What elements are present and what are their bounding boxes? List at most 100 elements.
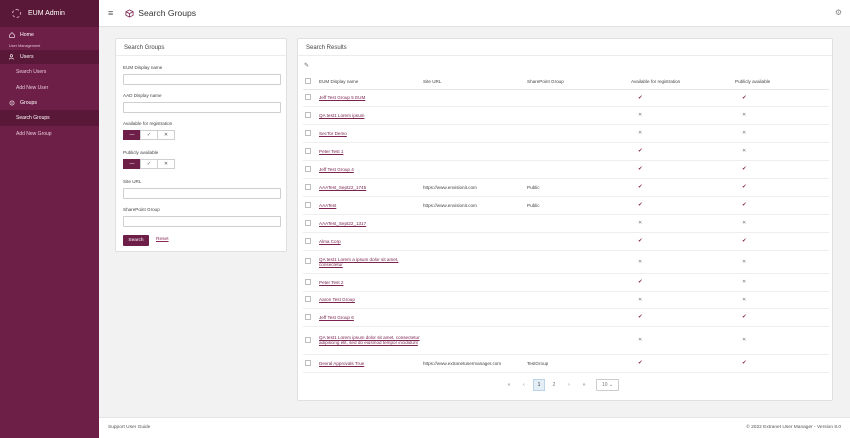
check-icon: ✔ xyxy=(638,94,643,101)
check-icon: ✔ xyxy=(742,94,747,101)
column-header[interactable]: Site URL xyxy=(421,75,525,90)
group-name-link[interactable]: SecTor Demo xyxy=(319,131,347,136)
table-row[interactable]: Aaron Test Group ✕ ✕ xyxy=(303,291,829,309)
sp-group-cell: TestGroup xyxy=(525,354,629,373)
table-row[interactable]: Devral Approvals True https://www.extrane… xyxy=(303,354,829,373)
page-size-select[interactable]: 10 ⌄ xyxy=(596,379,619,391)
table-row[interactable]: QA test1 Lorem ipsum ✕ ✕ xyxy=(303,106,829,125)
site-url-label: Site URL xyxy=(123,179,142,184)
group-name-link[interactable]: Peter Test 1 xyxy=(319,149,343,154)
sp-group-cell xyxy=(525,142,629,161)
sp-group-cell xyxy=(525,124,629,143)
group-name-link[interactable]: Jeff Test Group 5 EUM xyxy=(319,95,365,100)
eum-name-input[interactable] xyxy=(123,74,281,85)
group-name-link[interactable]: Alma Corp xyxy=(319,239,341,244)
group-name-link[interactable]: QA test1 Lorem ipsum xyxy=(319,113,364,118)
app-logo-icon xyxy=(12,9,21,18)
reset-link[interactable]: Reset xyxy=(156,237,169,242)
sp-group-cell: Public xyxy=(525,196,629,215)
group-name-link[interactable]: AAATest xyxy=(319,203,336,208)
table-row[interactable]: Jeff Test Group 6 ✔ ✔ xyxy=(303,308,829,327)
sidebar-item-groups[interactable]: Groups xyxy=(0,96,99,110)
row-checkbox[interactable] xyxy=(305,237,311,244)
row-checkbox[interactable] xyxy=(305,147,311,154)
check-icon: ✔ xyxy=(638,360,643,366)
group-name-link[interactable]: Peter Test 2 xyxy=(319,280,343,285)
page-2-button[interactable]: 2 xyxy=(548,379,560,391)
row-checkbox[interactable] xyxy=(305,258,311,264)
aad-name-input[interactable] xyxy=(123,102,281,113)
results-panel: Search Results ✎ EUM Display name Site U… xyxy=(297,38,833,401)
first-page-button[interactable]: « xyxy=(503,379,515,391)
table-row[interactable]: QA test1 Lorem a ipsum dolor sit amet, c… xyxy=(303,250,829,274)
row-checkbox[interactable] xyxy=(305,201,311,208)
group-name-link[interactable]: AAATest_Sept22_1745 xyxy=(319,185,366,190)
sidebar-item-search-groups[interactable]: Search Groups xyxy=(0,110,99,126)
sidebar-item-home[interactable]: Home xyxy=(0,28,99,42)
site-url-input[interactable] xyxy=(123,188,281,199)
brand[interactable]: EUM Admin xyxy=(0,0,99,27)
row-checkbox[interactable] xyxy=(305,129,311,136)
table-row[interactable]: Jeff Test Group 4 ✔ ✔ xyxy=(303,160,829,179)
page-1-button[interactable]: 1 xyxy=(533,379,545,391)
sp-group-cell: Public xyxy=(525,178,629,197)
row-checkbox[interactable] xyxy=(305,296,311,302)
table-row[interactable]: Peter Test 2 ✔ ✕ xyxy=(303,273,829,292)
row-checkbox[interactable] xyxy=(305,313,311,320)
table-row[interactable]: QA test1 Lorem ipsum dolor sit amet, con… xyxy=(303,326,829,355)
row-checkbox[interactable] xyxy=(305,111,311,118)
row-checkbox[interactable] xyxy=(305,359,311,366)
table-row[interactable]: AAATest_Sept22_1745 https://www.envisioni… xyxy=(303,178,829,197)
table-row[interactable]: AAATest_Sept22_1317 ✕ ✕ xyxy=(303,214,829,233)
check-icon: ✔ xyxy=(742,238,747,244)
sp-group-cell xyxy=(525,308,629,327)
group-name-link[interactable]: Jeff Test Group 6 xyxy=(319,315,354,320)
footer-links[interactable]: Support User Guide xyxy=(108,425,150,430)
group-name-link[interactable]: AAATest_Sept22_1317 xyxy=(319,221,366,226)
next-page-button[interactable]: › xyxy=(563,379,575,391)
row-checkbox[interactable] xyxy=(305,165,311,172)
prev-page-button[interactable]: ‹ xyxy=(518,379,530,391)
column-header[interactable]: SharePoint Group xyxy=(525,75,629,90)
group-name-link[interactable]: QA test1 Lorem ipsum dolor sit amet, con… xyxy=(319,335,420,345)
x-icon: ✕ xyxy=(742,296,747,303)
gear-icon[interactable]: ⚙ xyxy=(835,8,842,17)
sidebar-item-search-users[interactable]: Search Users xyxy=(0,64,99,80)
public-yes-option[interactable]: ✓ xyxy=(140,159,158,169)
table-row[interactable]: SecTor Demo ✕ ✕ xyxy=(303,124,829,143)
table-row[interactable]: AAATest https://www.envisionit.com Public ✔… xyxy=(303,196,829,215)
group-name-link[interactable]: QA test1 Lorem a ipsum dolor sit amet, c… xyxy=(319,257,398,267)
table-row[interactable]: Peter Test 1 ✔ ✕ xyxy=(303,142,829,161)
table-row[interactable]: Jeff Test Group 5 EUM ✔ ✔ xyxy=(303,89,829,107)
group-name-link[interactable]: Jeff Test Group 4 xyxy=(319,167,354,172)
row-checkbox[interactable] xyxy=(305,336,311,343)
edit-icon[interactable]: ✎ xyxy=(304,62,309,69)
row-checkbox[interactable] xyxy=(305,219,311,226)
group-name-link[interactable]: Devral Approvals True xyxy=(319,361,364,366)
search-button[interactable]: Search xyxy=(123,235,149,246)
page-title: Search Groups xyxy=(138,8,197,18)
available-no-option[interactable]: ✕ xyxy=(157,130,175,140)
row-checkbox[interactable] xyxy=(305,94,311,100)
hamburger-menu-icon[interactable]: ≡ xyxy=(108,8,113,18)
last-page-button[interactable]: » xyxy=(578,379,590,391)
table-row[interactable]: Alma Corp ✔ ✔ xyxy=(303,232,829,251)
public-no-option[interactable]: ✕ xyxy=(157,159,175,169)
check-icon: ✔ xyxy=(638,148,643,154)
row-checkbox[interactable] xyxy=(305,278,311,285)
public-any-option[interactable]: — xyxy=(123,159,141,169)
table-header-row: EUM Display name Site URL SharePoint Gro… xyxy=(303,75,829,90)
available-any-option[interactable]: — xyxy=(123,130,141,140)
sidebar-item-add-new-user[interactable]: Add New User xyxy=(0,80,99,96)
group-name-link[interactable]: Aaron Test Group xyxy=(319,297,355,302)
sp-group-input[interactable] xyxy=(123,216,281,227)
select-all-checkbox[interactable] xyxy=(305,78,311,85)
column-header[interactable]: EUM Display name xyxy=(317,75,421,90)
public-label: Publicly available xyxy=(123,150,159,155)
sidebar-item-add-new-group[interactable]: Add New Group xyxy=(0,126,99,142)
row-checkbox[interactable] xyxy=(305,183,311,190)
available-yes-option[interactable]: ✓ xyxy=(140,130,158,140)
sidebar-item-users[interactable]: Users xyxy=(0,50,99,64)
column-header[interactable]: Publicly available xyxy=(733,75,829,90)
column-header[interactable]: Available for registration xyxy=(629,75,733,90)
